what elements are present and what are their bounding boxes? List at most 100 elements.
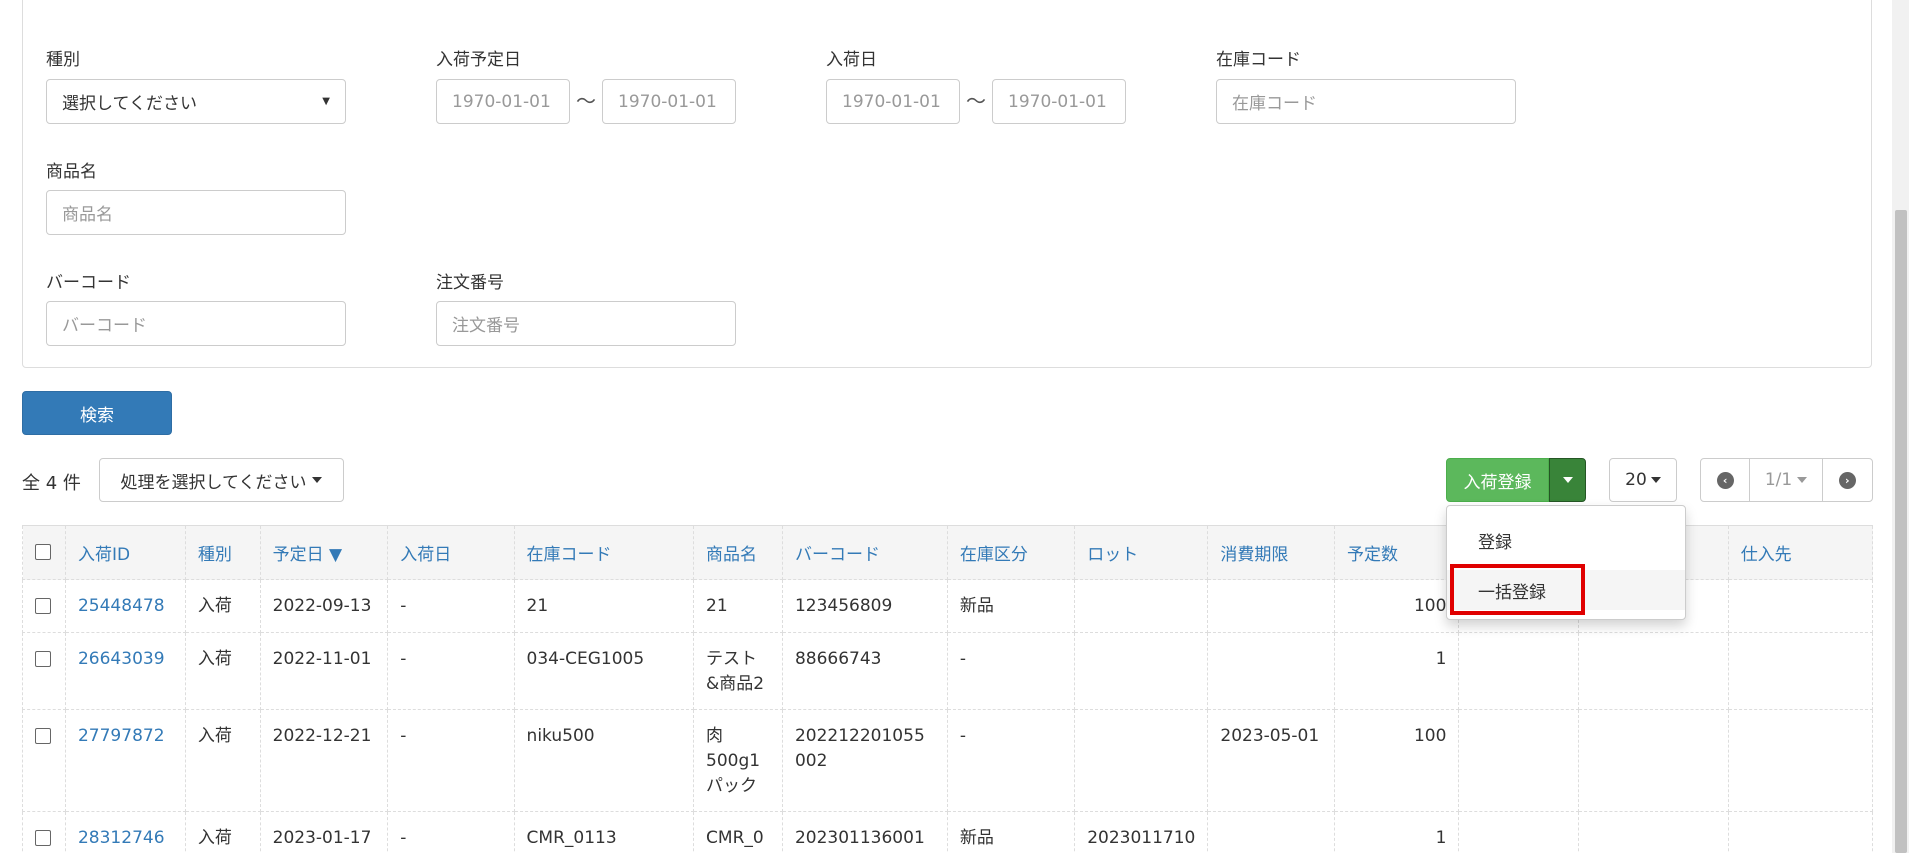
row-checkbox-cell bbox=[22, 709, 66, 812]
caret-down-icon bbox=[1562, 477, 1573, 483]
chevron-left-icon: ‹ bbox=[1716, 471, 1734, 489]
total-count: 全 4 件 bbox=[22, 473, 81, 494]
register-dropdown-toggle[interactable] bbox=[1549, 458, 1586, 502]
row-checkbox-cell bbox=[22, 579, 66, 633]
column-header[interactable]: 在庫区分 bbox=[946, 525, 1076, 580]
table-cell: 新品 bbox=[946, 579, 1076, 633]
arrival-id-link[interactable]: 25448478 bbox=[78, 596, 165, 616]
table-cell: 88666743 bbox=[781, 632, 948, 710]
row-checkbox[interactable] bbox=[35, 728, 51, 744]
table-cell bbox=[1458, 811, 1579, 853]
row-checkbox-cell bbox=[22, 811, 66, 853]
table-row: 28312746 入荷 2023-01-17 - CMR_0113 CMR_0 … bbox=[22, 811, 1874, 853]
table-cell: 1 bbox=[1333, 811, 1460, 853]
column-header[interactable]: 入荷ID bbox=[64, 525, 186, 580]
scrollbar-thumb[interactable] bbox=[1895, 210, 1907, 853]
scheduled-date-to-input[interactable]: 1970-01-01 bbox=[602, 79, 736, 124]
order-number-input[interactable]: 注文番号 bbox=[436, 301, 736, 346]
table-cell bbox=[1577, 811, 1729, 853]
table-cell bbox=[1207, 811, 1335, 853]
page-select[interactable]: 1/1 bbox=[1750, 459, 1823, 501]
search-button[interactable]: 検索 bbox=[22, 391, 172, 435]
table-cell: 2022-09-13 bbox=[259, 579, 389, 633]
type-select-value: 選択してください bbox=[62, 94, 197, 114]
table-cell: - bbox=[387, 632, 515, 710]
table-cell: 2022-12-21 bbox=[259, 709, 389, 812]
row-checkbox[interactable] bbox=[35, 598, 51, 614]
column-header[interactable]: 消費期限 bbox=[1207, 525, 1335, 580]
table-cell bbox=[1458, 709, 1579, 812]
caret-down-icon bbox=[1650, 477, 1661, 483]
column-header[interactable]: 予定数 bbox=[1333, 525, 1460, 580]
bulk-action-select-label: 処理を選択してください bbox=[120, 472, 307, 493]
barcode-label: バーコード bbox=[46, 273, 131, 293]
table-cell: 202301136001 bbox=[781, 811, 948, 853]
table-cell: CMR_0 bbox=[693, 811, 783, 853]
barcode-input[interactable]: バーコード bbox=[46, 301, 346, 346]
vertical-scrollbar[interactable] bbox=[1892, 0, 1909, 853]
table-cell bbox=[1207, 579, 1335, 633]
column-header[interactable]: バーコード bbox=[781, 525, 948, 580]
select-all-checkbox[interactable] bbox=[35, 544, 51, 560]
arrival-id-link[interactable]: 28312746 bbox=[78, 828, 165, 848]
caret-down-icon bbox=[1797, 477, 1808, 483]
table-cell: 2023011710 bbox=[1074, 811, 1209, 853]
prev-page-button[interactable]: ‹ bbox=[1701, 459, 1751, 501]
product-name-input[interactable]: 商品名 bbox=[46, 190, 346, 235]
chevron-right-icon: › bbox=[1838, 471, 1856, 489]
column-header[interactable]: 在庫コード bbox=[513, 525, 695, 580]
scheduled-date-label: 入荷予定日 bbox=[436, 50, 521, 70]
arrival-date-from-input[interactable]: 1970-01-01 bbox=[826, 79, 960, 124]
arrival-id-link[interactable]: 26643039 bbox=[78, 649, 165, 669]
table-cell: 入荷 bbox=[184, 811, 261, 853]
table-cell: テスト&商品2 bbox=[693, 632, 783, 710]
table-cell: - bbox=[387, 811, 515, 853]
table-cell: 100 bbox=[1333, 579, 1460, 633]
table-cell: 2023-01-17 bbox=[259, 811, 389, 853]
per-page-select[interactable]: 20 bbox=[1609, 458, 1677, 502]
table-cell: 2022-11-01 bbox=[259, 632, 389, 710]
table-cell: 1 bbox=[1333, 632, 1460, 710]
arrival-date-label: 入荷日 bbox=[826, 50, 877, 70]
column-header[interactable]: 仕入先 bbox=[1727, 525, 1874, 580]
table-cell: CMR_0113 bbox=[513, 811, 695, 853]
scheduled-date-from-input[interactable]: 1970-01-01 bbox=[436, 79, 570, 124]
table-cell: 100 bbox=[1333, 709, 1460, 812]
register-arrival-button[interactable]: 入荷登録 bbox=[1446, 458, 1549, 502]
table-cell: - bbox=[387, 709, 515, 812]
table-cell bbox=[1577, 632, 1729, 710]
table-row: 27797872 入荷 2022-12-21 - niku500 肉500g1パ… bbox=[22, 709, 1874, 812]
table-cell: 202212201055002 bbox=[781, 709, 948, 812]
table-cell: 入荷 bbox=[184, 709, 261, 812]
arrival-date-to-input[interactable]: 1970-01-01 bbox=[992, 79, 1126, 124]
column-header[interactable]: ロット bbox=[1074, 525, 1209, 580]
column-header[interactable]: 入荷日 bbox=[387, 525, 515, 580]
caret-down-icon: ▼ bbox=[322, 96, 330, 107]
table-cell: - bbox=[387, 579, 515, 633]
column-header[interactable]: 種別 bbox=[184, 525, 261, 580]
menu-item-register[interactable]: 登録 bbox=[1447, 520, 1685, 560]
table-cell: - bbox=[946, 632, 1076, 710]
scheduled-date-tilde: 〜 bbox=[576, 89, 596, 113]
table-cell: 入荷 bbox=[184, 632, 261, 710]
bulk-action-select[interactable]: 処理を選択してください bbox=[99, 458, 344, 502]
column-header[interactable]: 予定日 ▼ bbox=[259, 525, 389, 580]
table-cell bbox=[1458, 632, 1579, 710]
row-checkbox[interactable] bbox=[35, 830, 51, 846]
column-header[interactable]: 商品名 bbox=[693, 525, 783, 580]
table-cell: 入荷 bbox=[184, 579, 261, 633]
table-cell: 肉500g1パック bbox=[693, 709, 783, 812]
type-select[interactable]: 選択してください ▼ bbox=[46, 79, 346, 124]
table-cell: 21 bbox=[693, 579, 783, 633]
next-page-button[interactable]: › bbox=[1823, 459, 1872, 501]
table-cell bbox=[1727, 632, 1874, 710]
arrival-id-link[interactable]: 27797872 bbox=[78, 726, 165, 746]
table-cell bbox=[1074, 579, 1209, 633]
table-cell: 034-CEG1005 bbox=[513, 632, 695, 710]
table-cell: - bbox=[946, 709, 1076, 812]
row-checkbox[interactable] bbox=[35, 651, 51, 667]
page-indicator: 1/1 bbox=[1764, 470, 1793, 490]
table-cell bbox=[1727, 811, 1874, 853]
stock-code-input[interactable]: 在庫コード bbox=[1216, 79, 1516, 124]
highlight-box bbox=[1450, 564, 1585, 615]
